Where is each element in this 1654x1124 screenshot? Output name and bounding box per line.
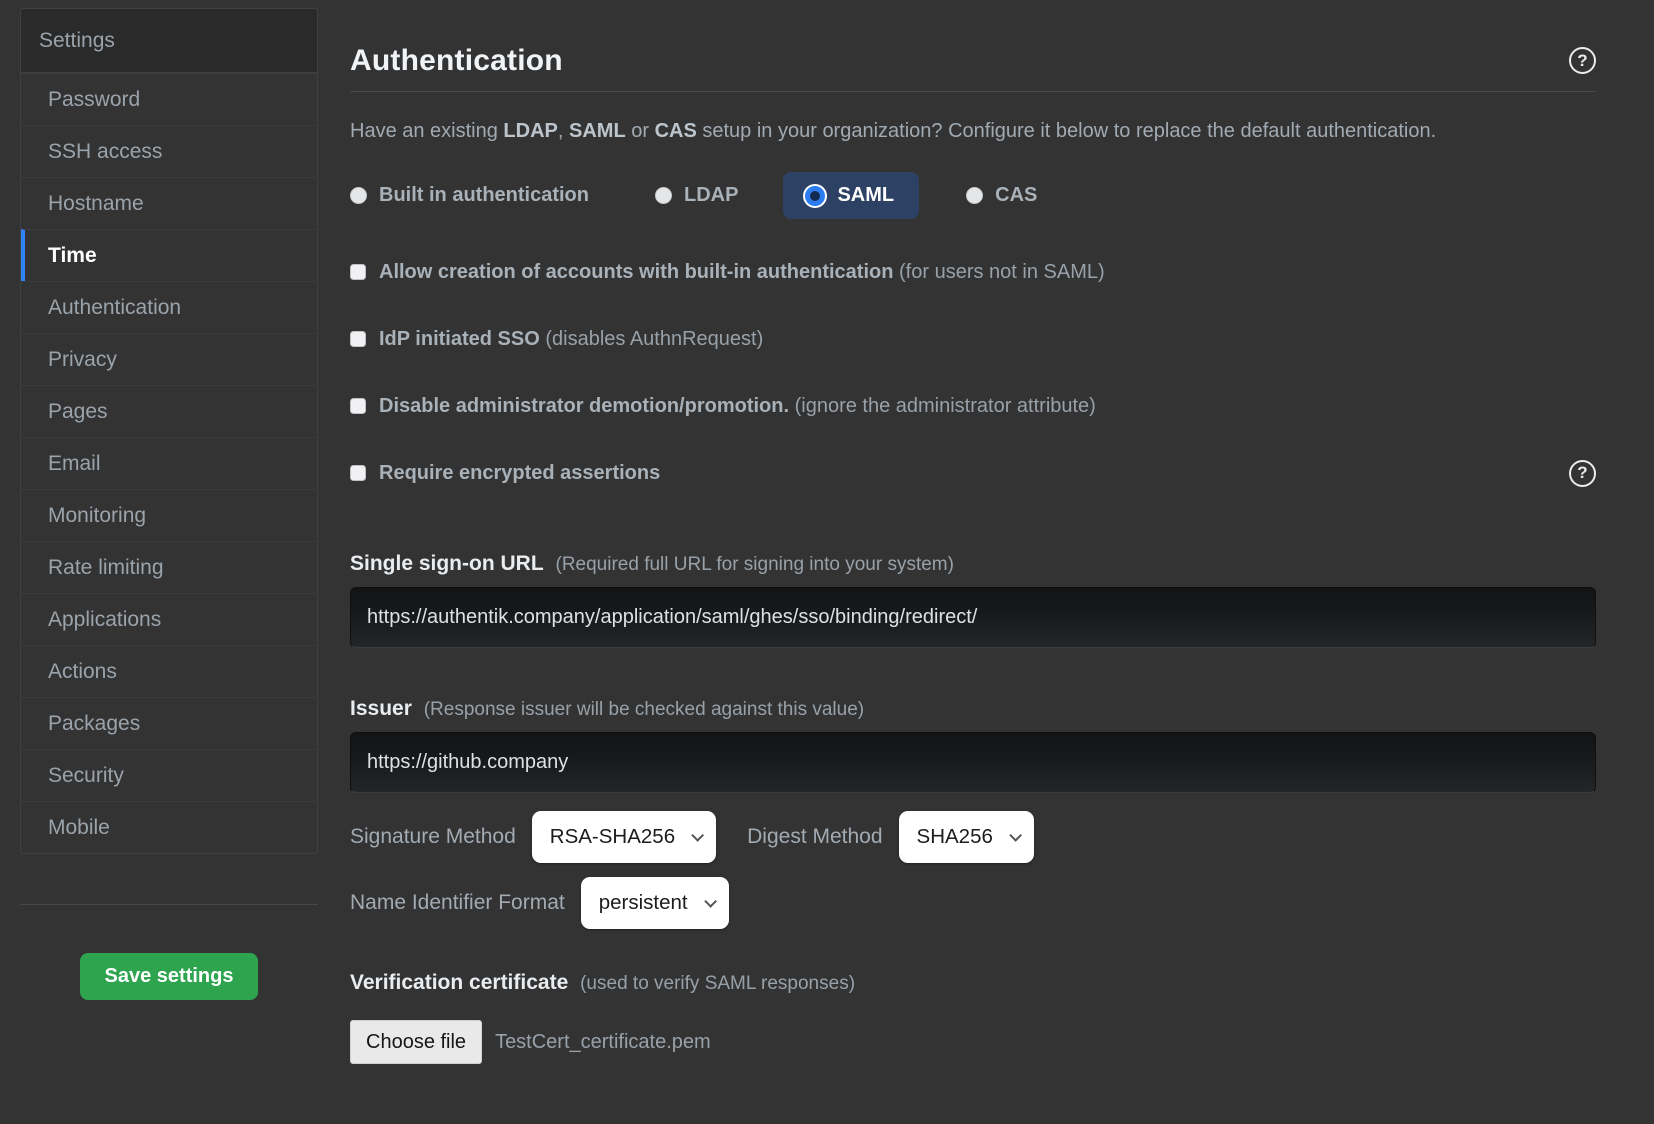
sidebar-item-authentication[interactable]: Authentication: [21, 281, 317, 333]
sso-url-input[interactable]: [350, 587, 1596, 648]
radio-icon: [655, 187, 672, 204]
certificate-filename: TestCert_certificate.pem: [495, 1031, 711, 1054]
sidebar-item-ssh-access[interactable]: SSH access: [21, 125, 317, 177]
sso-url-note: (Required full URL for signing into your…: [556, 554, 954, 575]
radio-built-in-authentication[interactable]: Built in authentication: [350, 184, 589, 207]
sidebar-item-email[interactable]: Email: [21, 437, 317, 489]
signature-method-select[interactable]: RSA-SHA256: [532, 811, 716, 863]
intro-text: Have an existing LDAP, SAML or CAS setup…: [350, 113, 1440, 149]
checkbox-row-disable-admin-demotion: Disable administrator demotion/promotion…: [350, 392, 1596, 420]
sidebar-item-time[interactable]: Time: [21, 229, 317, 281]
help-icon[interactable]: ?: [1569, 47, 1596, 74]
sidebar-item-password[interactable]: Password: [21, 73, 317, 125]
save-settings-button[interactable]: Save settings: [80, 953, 259, 1000]
sidebar-divider: [20, 904, 318, 905]
name-identifier-format-label: Name Identifier Format: [350, 891, 565, 915]
sidebar-item-security[interactable]: Security: [21, 749, 317, 801]
settings-sidebar: Settings Password SSH access Hostname Ti…: [20, 8, 318, 1000]
help-icon[interactable]: ?: [1569, 460, 1596, 487]
digest-method-label: Digest Method: [747, 825, 882, 849]
issuer-label: Issuer: [350, 697, 412, 720]
sidebar-item-hostname[interactable]: Hostname: [21, 177, 317, 229]
chevron-down-icon: [691, 829, 704, 842]
sidebar-item-mobile[interactable]: Mobile: [21, 801, 317, 853]
verification-certificate-group: Verification certificate (used to verify…: [350, 971, 1596, 1064]
sidebar-title: Settings: [21, 9, 317, 73]
sidebar-item-applications[interactable]: Applications: [21, 593, 317, 645]
sidebar-item-pages[interactable]: Pages: [21, 385, 317, 437]
checkbox-row-require-encrypted-assertions: Require encrypted assertions ?: [350, 459, 1596, 487]
radio-checked-icon: [805, 186, 825, 206]
checkbox-icon[interactable]: [350, 264, 366, 280]
issuer-note: (Response issuer will be checked against…: [424, 699, 864, 720]
radio-cas[interactable]: CAS: [966, 184, 1037, 207]
saml-options-checkbox-list: Allow creation of accounts with built-in…: [350, 258, 1596, 487]
chevron-down-icon: [1009, 829, 1022, 842]
sidebar-nav: Settings Password SSH access Hostname Ti…: [20, 8, 318, 854]
issuer-input[interactable]: [350, 732, 1596, 793]
auth-method-radio-group: Built in authentication LDAP SAML CAS: [350, 172, 1596, 219]
radio-ldap[interactable]: LDAP: [655, 184, 738, 207]
sidebar-item-rate-limiting[interactable]: Rate limiting: [21, 541, 317, 593]
checkbox-icon[interactable]: [350, 331, 366, 347]
name-identifier-row: Name Identifier Format persistent: [350, 877, 1596, 929]
page-header: Authentication ?: [350, 30, 1596, 92]
radio-icon: [350, 187, 367, 204]
sidebar-item-privacy[interactable]: Privacy: [21, 333, 317, 385]
verification-certificate-label: Verification certificate: [350, 971, 568, 994]
page-title: Authentication: [350, 44, 563, 78]
checkbox-icon[interactable]: [350, 398, 366, 414]
authentication-settings-panel: Authentication ? Have an existing LDAP, …: [350, 30, 1596, 1064]
issuer-field-group: Issuer (Response issuer will be checked …: [350, 697, 1596, 793]
chevron-down-icon: [704, 895, 717, 908]
name-identifier-format-select[interactable]: persistent: [581, 877, 729, 929]
sso-url-field-group: Single sign-on URL (Required full URL fo…: [350, 552, 1596, 648]
checkbox-row-idp-initiated-sso: IdP initiated SSO (disables AuthnRequest…: [350, 325, 1596, 353]
radio-icon: [966, 187, 983, 204]
radio-saml-selected[interactable]: SAML: [783, 172, 919, 219]
sidebar-item-actions[interactable]: Actions: [21, 645, 317, 697]
method-selects-row: Signature Method RSA-SHA256 Digest Metho…: [350, 811, 1596, 863]
certificate-file-row: Choose file TestCert_certificate.pem: [350, 1020, 1596, 1064]
verification-certificate-note: (used to verify SAML responses): [580, 973, 855, 994]
sidebar-item-packages[interactable]: Packages: [21, 697, 317, 749]
checkbox-icon[interactable]: [350, 465, 366, 481]
checkbox-row-allow-builtin-accounts: Allow creation of accounts with built-in…: [350, 258, 1596, 286]
signature-method-label: Signature Method: [350, 825, 516, 849]
sso-url-label: Single sign-on URL: [350, 552, 544, 575]
choose-file-button[interactable]: Choose file: [350, 1020, 482, 1064]
digest-method-select[interactable]: SHA256: [899, 811, 1034, 863]
sidebar-item-monitoring[interactable]: Monitoring: [21, 489, 317, 541]
